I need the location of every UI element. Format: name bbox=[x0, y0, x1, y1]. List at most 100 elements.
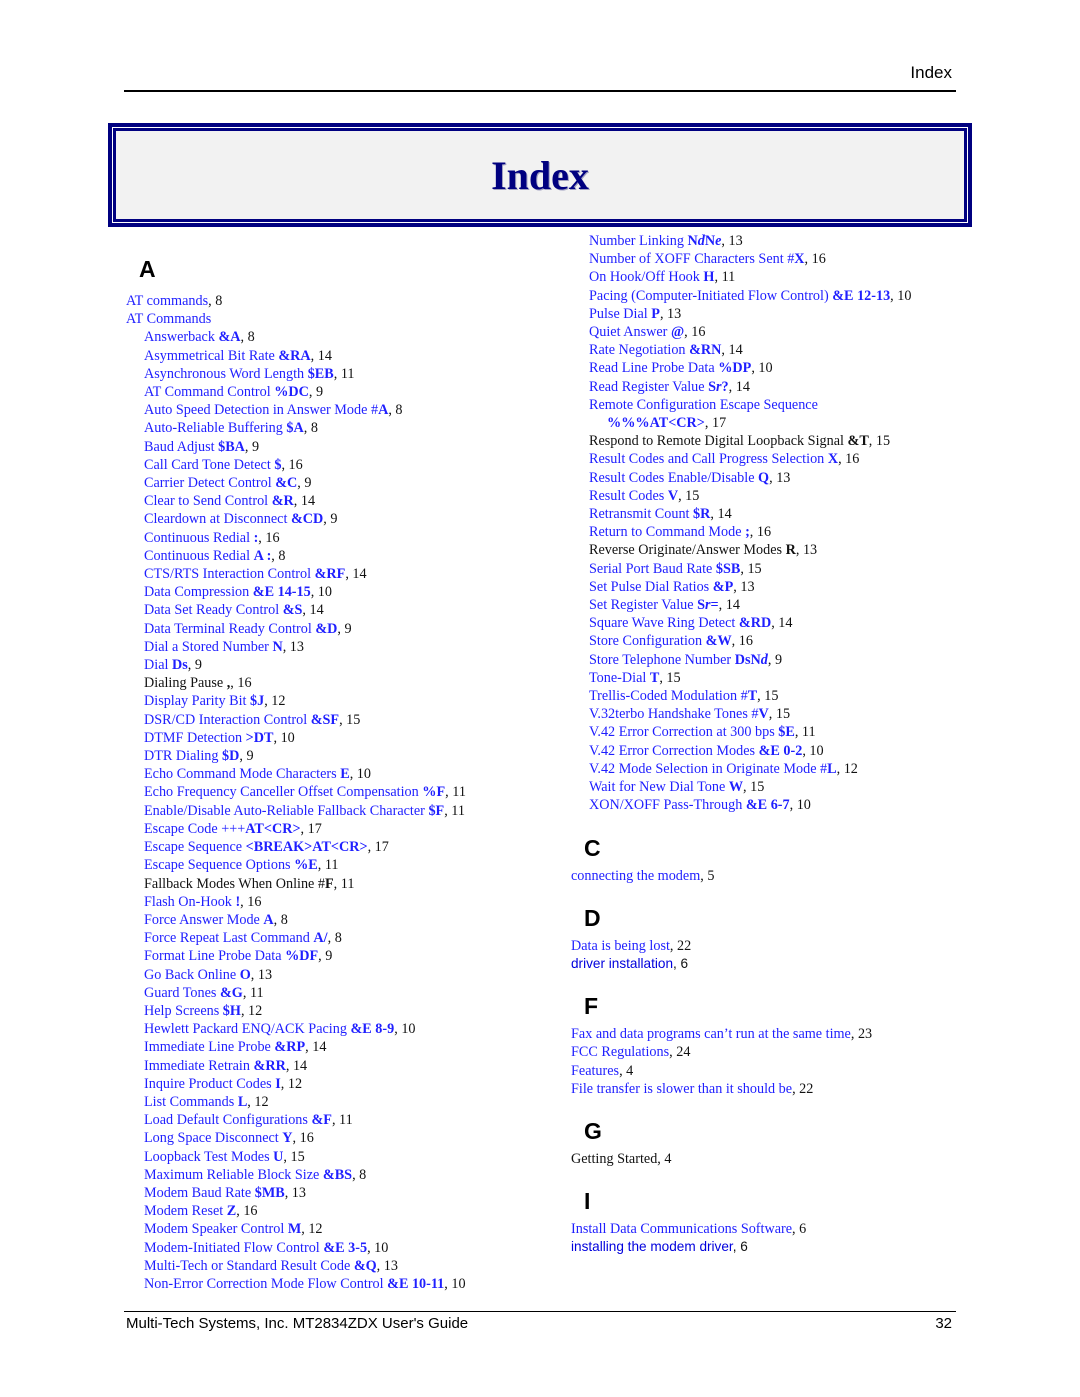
index-entry[interactable]: V.42 Error Correction Modes &E 0-2, 10 bbox=[571, 742, 971, 760]
index-entry[interactable]: XON/XOFF Pass-Through &E 6-7, 10 bbox=[571, 796, 971, 814]
index-entry[interactable]: Data Compression &E 14-15, 10 bbox=[126, 583, 556, 601]
index-entry[interactable]: Dial Ds, 9 bbox=[126, 656, 556, 674]
index-entry[interactable]: Data is being lost, 22 bbox=[571, 937, 971, 955]
index-entry[interactable]: Multi-Tech or Standard Result Code &Q, 1… bbox=[126, 1257, 556, 1275]
index-entry[interactable]: DSR/CD Interaction Control &SF, 15 bbox=[126, 711, 556, 729]
index-entry[interactable]: Fax and data programs can’t run at the s… bbox=[571, 1025, 971, 1043]
index-entry[interactable]: Number Linking NdNe, 13 bbox=[571, 232, 971, 250]
index-entry[interactable]: Install Data Communications Software, 6 bbox=[571, 1220, 971, 1238]
index-entry[interactable]: Square Wave Ring Detect &RD, 14 bbox=[571, 614, 971, 632]
index-entry[interactable]: Flash On-Hook !, 16 bbox=[126, 893, 556, 911]
index-entry[interactable]: Data Terminal Ready Control &D, 9 bbox=[126, 620, 556, 638]
entry-page-number: , 14 bbox=[310, 347, 332, 364]
index-entry[interactable]: Long Space Disconnect Y, 16 bbox=[126, 1129, 556, 1147]
index-entry[interactable]: Enable/Disable Auto-Reliable Fallback Ch… bbox=[126, 802, 556, 820]
index-entry[interactable]: Result Codes and Call Progress Selection… bbox=[571, 450, 971, 468]
index-entry[interactable]: Immediate Retrain &RR, 14 bbox=[126, 1057, 556, 1075]
index-entry[interactable]: Load Default Configurations &F, 11 bbox=[126, 1111, 556, 1129]
index-entry[interactable]: driver installation, 6 bbox=[571, 955, 971, 973]
index-entry[interactable]: Set Pulse Dial Ratios &P, 13 bbox=[571, 578, 971, 596]
index-entry[interactable]: Result Codes V, 15 bbox=[571, 487, 971, 505]
index-entry[interactable]: AT Commands bbox=[126, 310, 556, 328]
index-entry[interactable]: FCC Regulations, 24 bbox=[571, 1043, 971, 1061]
index-entry[interactable]: On Hook/Off Hook H, 11 bbox=[571, 268, 971, 286]
entry-text: Square Wave Ring Detect bbox=[589, 615, 739, 632]
index-entry[interactable]: Return to Command Mode ;, 16 bbox=[571, 523, 971, 541]
index-entry[interactable]: V.32terbo Handshake Tones #V, 15 bbox=[571, 705, 971, 723]
index-entry[interactable]: Number of XOFF Characters Sent #X, 16 bbox=[571, 250, 971, 268]
index-entry[interactable]: installing the modem driver, 6 bbox=[571, 1238, 971, 1256]
index-entry[interactable]: Features, 4 bbox=[571, 1062, 971, 1080]
index-entry[interactable]: Retransmit Count $R, 14 bbox=[571, 505, 971, 523]
index-entry[interactable]: Pulse Dial P, 13 bbox=[571, 305, 971, 323]
index-entry[interactable]: Continuous Redial :, 16 bbox=[126, 529, 556, 547]
index-entry[interactable]: Set Register Value Sr=, 14 bbox=[571, 596, 971, 614]
index-entry[interactable]: Cleardown at Disconnect &CD, 9 bbox=[126, 510, 556, 528]
index-entry[interactable]: Store Telephone Number DsNd, 9 bbox=[571, 651, 971, 669]
index-entry[interactable]: AT Command Control %DC, 9 bbox=[126, 383, 556, 401]
index-entry[interactable]: Modem Reset Z, 16 bbox=[126, 1202, 556, 1220]
index-entry[interactable]: Immediate Line Probe &RP, 14 bbox=[126, 1038, 556, 1056]
index-entry[interactable]: Trellis-Coded Modulation #T, 15 bbox=[571, 687, 971, 705]
entry-page-number: , 16 bbox=[731, 633, 753, 650]
index-entry[interactable]: Read Line Probe Data %DP, 10 bbox=[571, 359, 971, 377]
index-entry[interactable]: Maximum Reliable Block Size &BS, 8 bbox=[126, 1166, 556, 1184]
entry-page-number: , 8 bbox=[303, 420, 318, 437]
index-entry[interactable]: Data Set Ready Control &S, 14 bbox=[126, 601, 556, 619]
index-entry[interactable]: Serial Port Baud Rate $SB, 15 bbox=[571, 560, 971, 578]
index-entry[interactable]: Escape Sequence Options %E, 11 bbox=[126, 856, 556, 874]
index-entry[interactable]: V.42 Mode Selection in Originate Mode #L… bbox=[571, 760, 971, 778]
index-entry[interactable]: Escape Sequence <BREAK>AT<CR>, 17 bbox=[126, 838, 556, 856]
index-entry[interactable]: DTR Dialing $D, 9 bbox=[126, 747, 556, 765]
entry-text: Wait for New Dial Tone bbox=[589, 779, 729, 796]
index-entry[interactable]: Modem-Initiated Flow Control &E 3-5, 10 bbox=[126, 1239, 556, 1257]
index-entry[interactable]: Result Codes Enable/Disable Q, 13 bbox=[571, 469, 971, 487]
index-entry[interactable]: Modem Baud Rate $MB, 13 bbox=[126, 1184, 556, 1202]
index-entry[interactable]: Quiet Answer @, 16 bbox=[571, 323, 971, 341]
index-entry[interactable]: Remote Configuration Escape Sequence bbox=[571, 396, 971, 414]
index-entry[interactable]: Asymmetrical Bit Rate &RA, 14 bbox=[126, 347, 556, 365]
index-entry[interactable]: Carrier Detect Control &C, 9 bbox=[126, 474, 556, 492]
index-entry[interactable]: Dial a Stored Number N, 13 bbox=[126, 638, 556, 656]
entry-text: Dial bbox=[144, 657, 172, 674]
entry-text: Install Data Communications Software bbox=[571, 1221, 793, 1238]
index-entry[interactable]: connecting the modem, 5 bbox=[571, 867, 971, 885]
index-entry[interactable]: Go Back Online O, 13 bbox=[126, 966, 556, 984]
index-entry[interactable]: AT commands, 8 bbox=[126, 292, 556, 310]
index-entry[interactable]: Answerback &A, 8 bbox=[126, 328, 556, 346]
index-entry[interactable]: Auto Speed Detection in Answer Mode #A, … bbox=[126, 401, 556, 419]
index-entry[interactable]: Wait for New Dial Tone W, 15 bbox=[571, 778, 971, 796]
index-entry[interactable]: DTMF Detection >DT, 10 bbox=[126, 729, 556, 747]
index-entry[interactable]: Loopback Test Modes U, 15 bbox=[126, 1148, 556, 1166]
index-entry[interactable]: CTS/RTS Interaction Control &RF, 14 bbox=[126, 565, 556, 583]
index-entry[interactable]: %%%AT<CR>, 17 bbox=[571, 414, 971, 432]
index-entry[interactable]: Auto-Reliable Buffering $A, 8 bbox=[126, 419, 556, 437]
index-entry[interactable]: Help Screens $H, 12 bbox=[126, 1002, 556, 1020]
index-entry[interactable]: Pacing (Computer-Initiated Flow Control)… bbox=[571, 287, 971, 305]
index-entry[interactable]: List Commands L, 12 bbox=[126, 1093, 556, 1111]
index-entry[interactable]: Read Register Value Sr?, 14 bbox=[571, 378, 971, 396]
index-entry[interactable]: Guard Tones &G, 11 bbox=[126, 984, 556, 1002]
index-entry[interactable]: Modem Speaker Control M, 12 bbox=[126, 1220, 556, 1238]
index-entry[interactable]: Inquire Product Codes I, 12 bbox=[126, 1075, 556, 1093]
index-entry[interactable]: Call Card Tone Detect $, 16 bbox=[126, 456, 556, 474]
index-entry[interactable]: Format Line Probe Data %DF, 9 bbox=[126, 947, 556, 965]
index-entry[interactable]: File transfer is slower than it should b… bbox=[571, 1080, 971, 1098]
index-entry[interactable]: V.42 Error Correction at 300 bps $E, 11 bbox=[571, 723, 971, 741]
index-entry[interactable]: Asynchronous Word Length $EB, 11 bbox=[126, 365, 556, 383]
index-entry[interactable]: Tone-Dial T, 15 bbox=[571, 669, 971, 687]
index-entry[interactable]: Display Parity Bit $J, 12 bbox=[126, 692, 556, 710]
index-entry[interactable]: Force Repeat Last Command A/, 8 bbox=[126, 929, 556, 947]
index-entry[interactable]: Non-Error Correction Mode Flow Control &… bbox=[126, 1275, 556, 1293]
index-entry[interactable]: Force Answer Mode A, 8 bbox=[126, 911, 556, 929]
index-entry[interactable]: Baud Adjust $BA, 9 bbox=[126, 438, 556, 456]
index-entry[interactable]: Continuous Redial A :, 8 bbox=[126, 547, 556, 565]
index-entry[interactable]: Echo Frequency Canceller Offset Compensa… bbox=[126, 783, 556, 801]
index-entry[interactable]: Escape Code +++AT<CR>, 17 bbox=[126, 820, 556, 838]
index-entry[interactable]: Echo Command Mode Characters E, 10 bbox=[126, 765, 556, 783]
index-entry[interactable]: Hewlett Packard ENQ/ACK Pacing &E 8-9, 1… bbox=[126, 1020, 556, 1038]
index-entry[interactable]: Rate Negotiation &RN, 14 bbox=[571, 341, 971, 359]
entry-page-number: , 12 bbox=[247, 1093, 269, 1110]
index-entry[interactable]: Clear to Send Control &R, 14 bbox=[126, 492, 556, 510]
index-entry[interactable]: Store Configuration &W, 16 bbox=[571, 632, 971, 650]
